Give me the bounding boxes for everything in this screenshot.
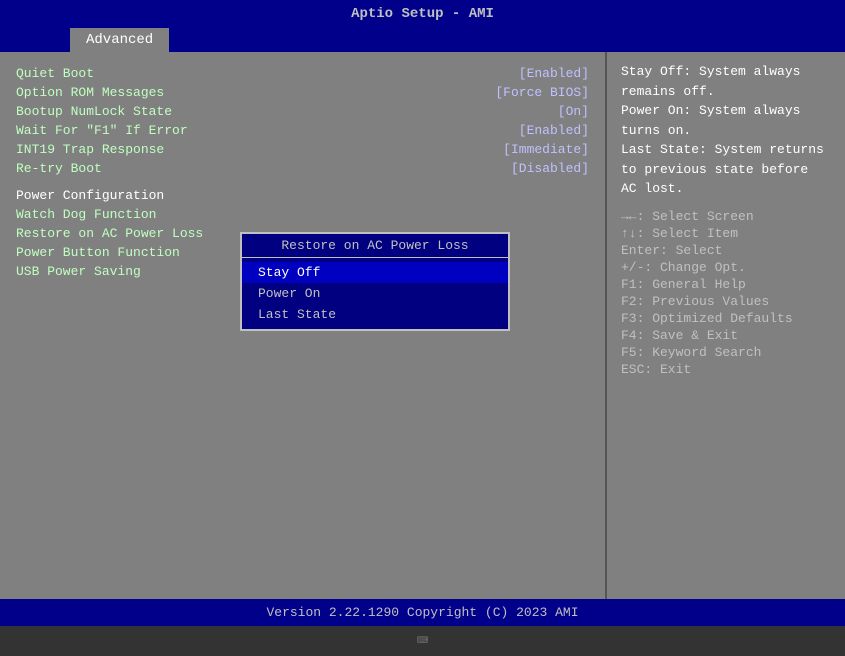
menu-label-restore-ac: Restore on AC Power Loss: [16, 226, 203, 241]
window-title: Aptio Setup - AMI: [351, 6, 494, 22]
popup-option-stay-off[interactable]: Stay Off: [242, 262, 508, 283]
footer-text: Version 2.22.1290 Copyright (C) 2023 AMI: [266, 605, 578, 620]
menu-row-quiet-boot[interactable]: Quiet Boot [Enabled]: [16, 66, 589, 81]
shortcut-select-screen: →←: Select Screen: [621, 209, 831, 224]
menu-value-wait-f1: [Enabled]: [519, 123, 589, 138]
right-panel: Stay Off: System always remains off. Pow…: [605, 52, 845, 599]
keyboard-row: ⌨: [0, 626, 845, 656]
menu-row-wait-f1[interactable]: Wait For "F1" If Error [Enabled]: [16, 123, 589, 138]
shortcut-select-item: ↑↓: Select Item: [621, 226, 831, 241]
shortcut-f5: F5: Keyword Search: [621, 345, 831, 360]
popup-title: Restore on AC Power Loss: [242, 234, 508, 258]
main-content: Quiet Boot [Enabled] Option ROM Messages…: [0, 52, 845, 599]
menu-row-retry-boot[interactable]: Re-try Boot [Disabled]: [16, 161, 589, 176]
menu-label-retry-boot: Re-try Boot: [16, 161, 102, 176]
menu-label-numlock: Bootup NumLock State: [16, 104, 172, 119]
menu-row-numlock[interactable]: Bootup NumLock State [On]: [16, 104, 589, 119]
menu-label-usb-power: USB Power Saving: [16, 264, 141, 279]
popup-container: Restore on AC Power Loss Stay Off Power …: [240, 232, 510, 331]
section-header-power: Power Configuration: [16, 188, 589, 203]
popup-box: Restore on AC Power Loss Stay Off Power …: [240, 232, 510, 331]
shortcut-change-opt: +/-: Change Opt.: [621, 260, 831, 275]
menu-value-quiet-boot: [Enabled]: [519, 66, 589, 81]
menu-row-option-rom[interactable]: Option ROM Messages [Force BIOS]: [16, 85, 589, 100]
shortcut-f2: F2: Previous Values: [621, 294, 831, 309]
menu-label-option-rom: Option ROM Messages: [16, 85, 164, 100]
menu-value-int19: [Immediate]: [503, 142, 589, 157]
shortcut-enter: Enter: Select: [621, 243, 831, 258]
menu-value-option-rom: [Force BIOS]: [495, 85, 589, 100]
menu-value-numlock: [On]: [558, 104, 589, 119]
tab-bar: Advanced: [0, 28, 845, 52]
help-text: Stay Off: System always remains off. Pow…: [621, 62, 831, 199]
tab-advanced[interactable]: Advanced: [70, 28, 169, 52]
menu-label-power-button: Power Button Function: [16, 245, 180, 260]
menu-label-quiet-boot: Quiet Boot: [16, 66, 94, 81]
menu-value-retry-boot: [Disabled]: [511, 161, 589, 176]
left-panel: Quiet Boot [Enabled] Option ROM Messages…: [0, 52, 605, 599]
title-bar: Aptio Setup - AMI: [0, 0, 845, 28]
menu-row-int19[interactable]: INT19 Trap Response [Immediate]: [16, 142, 589, 157]
shortcut-f4: F4: Save & Exit: [621, 328, 831, 343]
menu-label-int19: INT19 Trap Response: [16, 142, 164, 157]
menu-row-watchdog[interactable]: Watch Dog Function: [16, 207, 589, 222]
popup-option-last-state[interactable]: Last State: [242, 304, 508, 325]
menu-label-watchdog: Watch Dog Function: [16, 207, 156, 222]
popup-option-power-on[interactable]: Power On: [242, 283, 508, 304]
menu-label-wait-f1: Wait For "F1" If Error: [16, 123, 188, 138]
footer-bar: Version 2.22.1290 Copyright (C) 2023 AMI: [0, 599, 845, 626]
popup-options: Stay Off Power On Last State: [242, 258, 508, 329]
shortcut-esc: ESC: Exit: [621, 362, 831, 377]
shortcut-section: →←: Select Screen ↑↓: Select Item Enter:…: [621, 209, 831, 377]
shortcut-f1: F1: General Help: [621, 277, 831, 292]
shortcut-f3: F3: Optimized Defaults: [621, 311, 831, 326]
keyboard-icon: ⌨: [416, 628, 428, 654]
